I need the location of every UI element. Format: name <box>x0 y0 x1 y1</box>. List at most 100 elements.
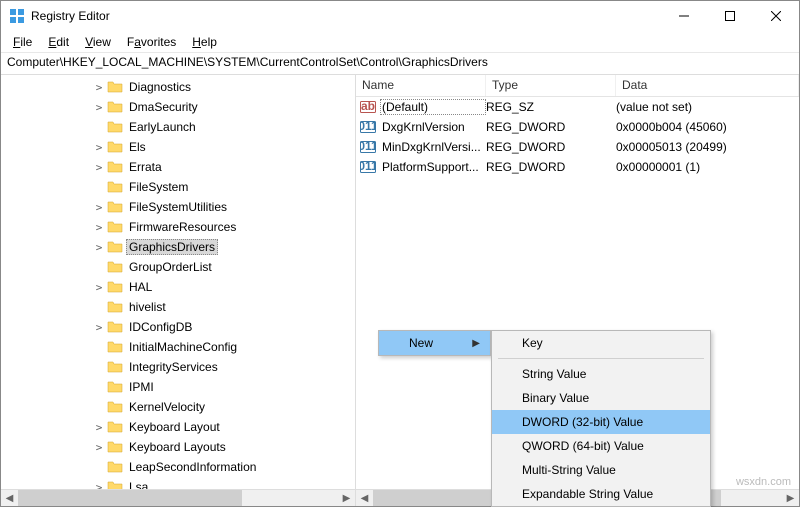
tree-item[interactable]: > Diagnostics <box>1 77 355 97</box>
tree-item-label: IDConfigDB <box>126 319 195 335</box>
expand-icon[interactable]: > <box>91 221 107 234</box>
folder-icon <box>107 339 123 355</box>
tree-item[interactable]: IntegrityServices <box>1 357 355 377</box>
tree-item[interactable]: >FileSystemUtilities <box>1 197 355 217</box>
context-item[interactable]: Binary Value <box>492 386 710 410</box>
context-item[interactable]: Multi-String Value <box>492 458 710 482</box>
scroll-right-icon[interactable]: ▶ <box>338 490 355 507</box>
value-row[interactable]: 011PlatformSupport...REG_DWORD0x00000001… <box>356 157 799 177</box>
col-data[interactable]: Data <box>616 75 799 96</box>
value-type: REG_DWORD <box>486 160 616 174</box>
tree-item[interactable]: GroupOrderList <box>1 257 355 277</box>
tree-item-label: Keyboard Layout <box>126 419 223 435</box>
scroll-right-icon[interactable]: ▶ <box>782 490 799 507</box>
tree-item[interactable]: > Els <box>1 137 355 157</box>
context-menu-parent: New ▶ <box>378 330 491 356</box>
expand-icon[interactable]: > <box>91 241 107 254</box>
value-name: (Default) <box>380 99 486 115</box>
tree-item[interactable]: >Keyboard Layouts <box>1 437 355 457</box>
context-item-new[interactable]: New ▶ <box>379 331 490 355</box>
value-name: DxgKrnlVersion <box>380 119 486 135</box>
col-type[interactable]: Type <box>486 75 616 96</box>
tree-item[interactable]: IPMI <box>1 377 355 397</box>
tree-item-label: KernelVelocity <box>126 399 208 415</box>
expand-icon[interactable]: > <box>91 481 107 490</box>
tree-item-label: IPMI <box>126 379 157 395</box>
close-button[interactable] <box>753 1 799 31</box>
value-row[interactable]: 011 DxgKrnlVersionREG_DWORD0x0000b004 (45… <box>356 117 799 137</box>
tree-item-label: DmaSecurity <box>126 99 201 115</box>
expand-icon[interactable]: > <box>91 321 107 334</box>
tree-item[interactable]: > Keyboard Layout <box>1 417 355 437</box>
folder-icon <box>107 399 123 415</box>
tree-item[interactable]: KernelVelocity <box>1 397 355 417</box>
expand-icon[interactable]: > <box>91 141 107 154</box>
scroll-left-icon[interactable]: ◀ <box>1 490 18 507</box>
tree-item[interactable]: EarlyLaunch <box>1 117 355 137</box>
tree-item[interactable]: LeapSecondInformation <box>1 457 355 477</box>
minimize-button[interactable] <box>661 1 707 31</box>
value-data: 0x0000b004 (45060) <box>616 120 799 134</box>
value-type: REG_DWORD <box>486 120 616 134</box>
value-row[interactable]: ab(Default)REG_SZ(value not set) <box>356 97 799 117</box>
tree-item-label: Diagnostics <box>126 79 194 95</box>
tree-pane: >Diagnostics>DmaSecurityEarlyLaunch>Els>… <box>1 75 356 506</box>
folder-icon <box>107 419 123 435</box>
context-item-label: New <box>409 336 433 350</box>
tree-item[interactable]: InitialMachineConfig <box>1 337 355 357</box>
tree-item[interactable]: hivelist <box>1 297 355 317</box>
col-name[interactable]: Name <box>356 75 486 96</box>
svg-text:011: 011 <box>360 119 376 133</box>
menu-view[interactable]: View <box>77 33 119 51</box>
address-bar[interactable]: Computer\HKEY_LOCAL_MACHINE\SYSTEM\Curre… <box>1 53 799 75</box>
app-icon <box>9 8 25 24</box>
maximize-button[interactable] <box>707 1 753 31</box>
menu-help[interactable]: Help <box>184 33 225 51</box>
folder-icon <box>107 139 123 155</box>
value-type-icon: 011 <box>360 119 376 135</box>
tree-item-label: Els <box>126 139 149 155</box>
expand-icon[interactable]: > <box>91 281 107 294</box>
context-item[interactable]: Expandable String Value <box>492 482 710 506</box>
context-item[interactable]: QWORD (64-bit) Value <box>492 434 710 458</box>
expand-icon[interactable]: > <box>91 161 107 174</box>
folder-icon <box>107 359 123 375</box>
scroll-left-icon[interactable]: ◀ <box>356 490 373 507</box>
context-item[interactable]: String Value <box>492 362 710 386</box>
tree-item[interactable]: >HAL <box>1 277 355 297</box>
tree-item[interactable]: > DmaSecurity <box>1 97 355 117</box>
expand-icon[interactable]: > <box>91 101 107 114</box>
folder-icon <box>107 379 123 395</box>
tree-item[interactable]: >Lsa <box>1 477 355 489</box>
list-header: Name Type Data <box>356 75 799 97</box>
expand-icon[interactable]: > <box>91 201 107 214</box>
menu-bar: File Edit View Favorites Help <box>1 31 799 53</box>
tree-item-label: FirmwareResources <box>126 219 239 235</box>
tree-item[interactable]: > IDConfigDB <box>1 317 355 337</box>
menu-edit[interactable]: Edit <box>40 33 77 51</box>
context-item[interactable]: Key <box>492 331 710 355</box>
tree-item[interactable]: FileSystem <box>1 177 355 197</box>
value-type: REG_DWORD <box>486 140 616 154</box>
expand-icon[interactable]: > <box>91 81 107 94</box>
menu-file[interactable]: File <box>5 33 40 51</box>
context-item[interactable]: DWORD (32-bit) Value <box>492 410 710 434</box>
value-data: 0x00000001 (1) <box>616 160 799 174</box>
title-bar: Registry Editor <box>1 1 799 31</box>
tree-item-label: hivelist <box>126 299 169 315</box>
tree-item[interactable]: >Errata <box>1 157 355 177</box>
tree-item[interactable]: >GraphicsDrivers <box>1 237 355 257</box>
tree-view[interactable]: >Diagnostics>DmaSecurityEarlyLaunch>Els>… <box>1 75 355 489</box>
expand-icon[interactable]: > <box>91 421 107 434</box>
menu-favorites[interactable]: Favorites <box>119 33 184 51</box>
folder-icon <box>107 299 123 315</box>
folder-icon <box>107 239 123 255</box>
value-row[interactable]: 011MinDxgKrnlVersi...REG_DWORD0x00005013… <box>356 137 799 157</box>
tree-item-label: InitialMachineConfig <box>126 339 240 355</box>
folder-icon <box>107 199 123 215</box>
tree-item[interactable]: > FirmwareResources <box>1 217 355 237</box>
context-submenu-new: Key String ValueBinary ValueDWORD (32-bit… <box>491 330 711 507</box>
value-name: MinDxgKrnlVersi... <box>380 139 486 155</box>
expand-icon[interactable]: > <box>91 441 107 454</box>
tree-hscroll[interactable]: ◀ ▶ <box>1 489 355 506</box>
